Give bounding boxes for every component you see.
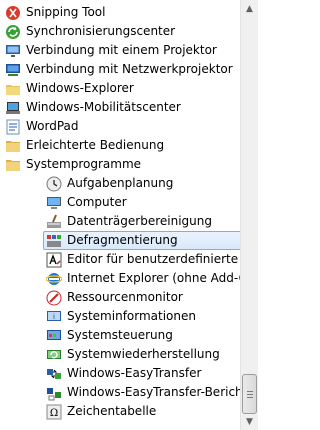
menu-item[interactable]: Synchronisierungscenter [5,22,175,41]
grip-line [247,391,253,392]
defrag-icon [46,233,62,249]
projector-icon [5,43,21,59]
scroll-down-button[interactable]: ▼ [241,413,258,430]
resource-monitor-icon [46,290,62,306]
menu-item[interactable]: WordPad [5,117,79,136]
char-map-icon: Ω [46,404,62,420]
menu-item[interactable]: Internet Explorer (ohne Add-Ons [46,269,240,288]
easy-transfer-report-icon [46,385,62,401]
menu-item-label: Systemprogramme [26,157,142,171]
disk-cleanup-icon [46,214,62,230]
folder-icon [5,157,21,173]
menu-item[interactable]: Editor für benutzerdefinierte Zeic [46,250,240,269]
menu-item[interactable]: Datenträgerbereinigung [46,212,212,231]
system-restore-icon [46,347,62,363]
chevron-down-icon: ▼ [246,416,253,427]
system-info-icon: i [46,309,62,325]
control-panel-icon [46,328,62,344]
menu-item[interactable]: i Systeminformationen [46,307,196,326]
menu-item[interactable]: Ω Zeichentabelle [46,402,156,421]
menu-item-label: Defragmentierung [67,233,178,247]
menu-item-label: Systeminformationen [67,309,196,323]
menu-item-label: Verbindung mit Netzwerkprojektor [26,62,233,76]
char-editor-icon [46,252,62,268]
scissors-icon [5,5,21,21]
menu-item[interactable]: Windows-EasyTransfer-Berichte [46,383,240,402]
menu-item-label: Ressourcenmonitor [67,290,183,304]
menu-item[interactable]: Windows-EasyTransfer [46,364,201,383]
sync-icon [5,24,21,40]
ie-icon [46,271,62,287]
menu-item-label: Windows-Mobilitätscenter [26,100,181,114]
folder-icon [5,138,21,154]
menu-item-label: Synchronisierungscenter [26,24,176,38]
menu-item[interactable]: Ressourcenmonitor [46,288,183,307]
menu-item-label: Internet Explorer (ohne Add-Ons [67,271,240,285]
menu-item[interactable]: Defragmentierung [43,231,240,250]
svg-text:Ω: Ω [50,408,58,419]
menu-item-label: Windows-Explorer [26,81,134,95]
menu-item[interactable]: Snipping Tool [5,3,105,22]
menu-item[interactable]: Systemsteuerung [46,326,173,345]
menu-item-label: Aufgabenplanung [67,176,174,190]
clock-icon [46,176,62,192]
computer-icon [46,195,62,211]
menu-item-label: Systemwiederherstellung [67,347,220,361]
chevron-up-icon: ▲ [246,3,253,14]
menu-item[interactable]: Computer [46,193,127,212]
grip-line [247,397,253,398]
menu-item[interactable]: Systemprogramme [5,155,141,174]
menu-item[interactable]: Windows-Explorer [5,79,134,98]
menu-item[interactable]: Verbindung mit einem Projektor [5,41,217,60]
menu-item[interactable]: Aufgabenplanung [46,174,173,193]
menu-item-label: Systemsteuerung [67,328,173,342]
svg-text:i: i [53,313,55,321]
easy-transfer-icon [46,366,62,382]
menu-item-label: Zeichentabelle [67,404,157,418]
vertical-scrollbar[interactable]: ▲ ▼ [240,0,258,430]
menu-item-label: Editor für benutzerdefinierte Zeic [67,252,240,266]
scroll-up-button[interactable]: ▲ [241,0,258,17]
menu-item-label: Datenträgerbereinigung [67,214,212,228]
menu-item-label: Snipping Tool [26,5,106,19]
programs-list: Snipping Tool Synchronisierungscenter Verb… [0,0,240,430]
menu-item-label: Windows-EasyTransfer-Berichte [67,385,240,399]
start-menu-programs-panel: Snipping Tool Synchronisierungscenter Verb… [0,0,258,430]
menu-item[interactable]: Windows-Mobilitätscenter [5,98,181,117]
mobility-center-icon [5,100,21,116]
grip-line [247,394,253,395]
menu-item-label: Verbindung mit einem Projektor [26,43,217,57]
menu-item-label: Erleichterte Bedienung [26,138,165,152]
folder-explorer-icon [5,81,21,97]
menu-item[interactable]: Erleichterte Bedienung [5,136,164,155]
menu-item-label: Computer [67,195,127,209]
network-projector-icon [5,62,21,78]
menu-item-label: Windows-EasyTransfer [67,366,202,380]
scroll-thumb[interactable] [242,374,257,414]
menu-item[interactable]: Systemwiederherstellung [46,345,220,364]
menu-item-label: WordPad [26,119,79,133]
menu-item[interactable]: Verbindung mit Netzwerkprojektor [5,60,233,79]
wordpad-icon [5,119,21,135]
